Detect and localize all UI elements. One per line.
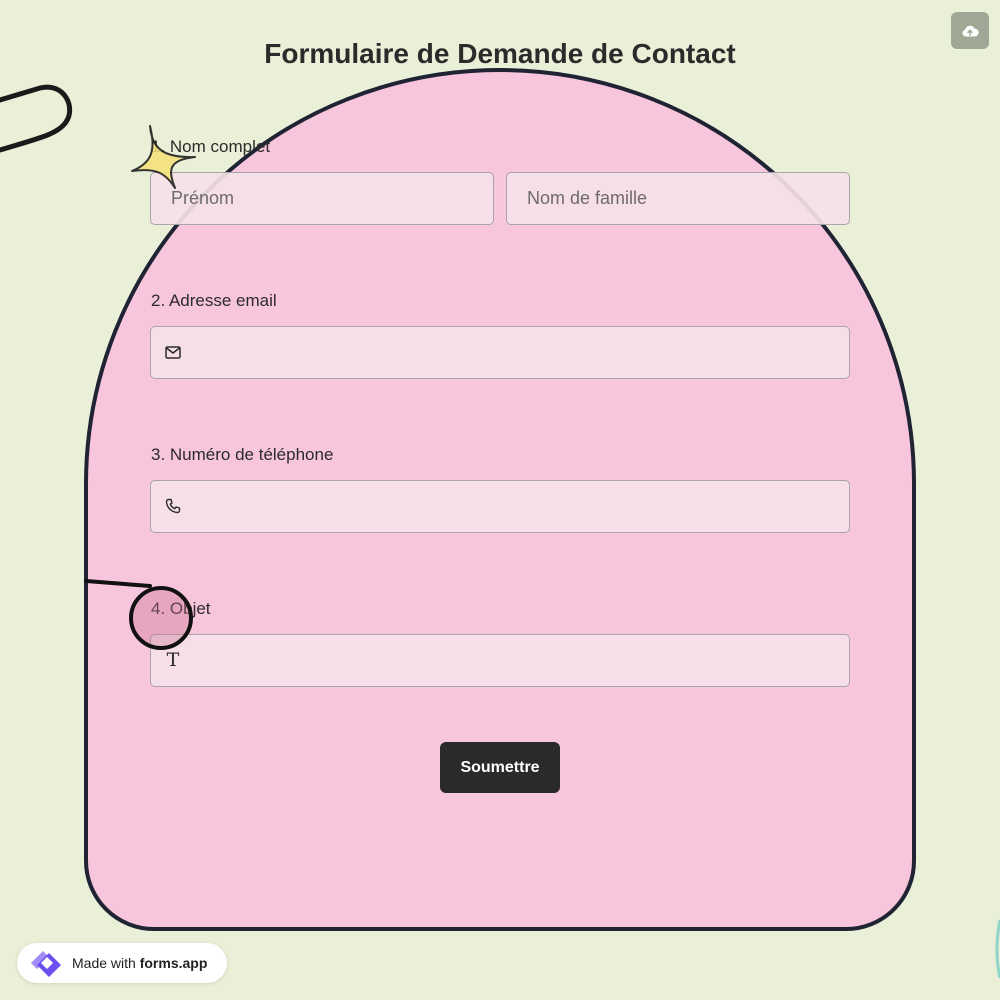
badge-prefix: Made with bbox=[72, 955, 136, 971]
phone-input[interactable] bbox=[150, 480, 850, 533]
phone-icon bbox=[164, 497, 182, 515]
forms-app-logo bbox=[31, 951, 61, 977]
page-title: Formulaire de Demande de Contact bbox=[264, 38, 736, 69]
question-label-full-name: 1. Nom complet bbox=[151, 137, 271, 156]
envelope-icon bbox=[164, 343, 182, 361]
submit-button[interactable]: Soumettre bbox=[440, 742, 560, 793]
page: Formulaire de Demande de Contact 1. Nom … bbox=[0, 0, 1000, 1000]
question-label-phone: 3. Numéro de téléphone bbox=[151, 445, 334, 464]
made-with-badge[interactable]: Made with forms.app bbox=[17, 943, 227, 983]
text-icon: T bbox=[166, 649, 180, 671]
question-label-email: 2. Adresse email bbox=[151, 291, 277, 310]
subject-input[interactable] bbox=[150, 634, 850, 687]
cloud-upload-icon bbox=[962, 25, 979, 36]
email-input[interactable] bbox=[150, 326, 850, 379]
first-name-input[interactable] bbox=[150, 172, 494, 225]
loop-decoration bbox=[0, 84, 73, 153]
badge-brand: forms.app bbox=[139, 955, 208, 971]
question-label-subject: 4. Objet bbox=[151, 599, 211, 618]
last-name-input[interactable] bbox=[506, 172, 850, 225]
